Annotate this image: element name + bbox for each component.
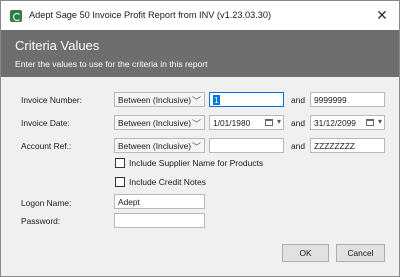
chevron-down-icon: ﹀ xyxy=(191,142,201,152)
close-icon: ✕ xyxy=(376,7,388,23)
account-ref-operator-value: Between (Inclusive) xyxy=(118,140,192,151)
dropdown-arrow-icon[interactable]: ▾ xyxy=(378,117,382,126)
cancel-button[interactable]: Cancel xyxy=(336,244,385,262)
chevron-down-icon: ﹀ xyxy=(191,96,201,106)
invoice-number-from-value: 1 xyxy=(213,94,220,105)
invoice-number-operator-value: Between (Inclusive) xyxy=(118,94,192,105)
account-ref-label: Account Ref.: xyxy=(21,141,72,151)
invoice-date-from-picker[interactable]: 1/01/1980 ▾ xyxy=(209,115,284,130)
banner-subtitle: Enter the values to use for the criteria… xyxy=(15,59,208,69)
account-ref-operator-select[interactable]: Between (Inclusive) ﹀ xyxy=(114,138,205,153)
dropdown-arrow-icon[interactable]: ▾ xyxy=(277,117,281,126)
invoice-date-to-picker[interactable]: 31/12/2099 ▾ xyxy=(310,115,385,130)
app-logo-icon xyxy=(10,10,22,22)
invoice-date-operator-value: Between (Inclusive) xyxy=(118,117,192,128)
checkbox-box[interactable] xyxy=(115,177,125,187)
criteria-banner: Criteria Values Enter the values to use … xyxy=(1,30,399,77)
logon-name-input[interactable]: Adept xyxy=(114,194,205,209)
invoice-number-operator-select[interactable]: Between (Inclusive) ﹀ xyxy=(114,92,205,107)
banner-title: Criteria Values xyxy=(15,38,100,53)
checkbox-box[interactable] xyxy=(115,158,125,168)
window-title: Adept Sage 50 Invoice Profit Report from… xyxy=(29,10,272,20)
password-input[interactable] xyxy=(114,213,205,228)
include-credit-notes-label: Include Credit Notes xyxy=(129,177,207,187)
account-ref-from-input[interactable] xyxy=(209,138,284,153)
invoice-date-to-value: 31/12/2099 xyxy=(314,117,356,128)
include-supplier-checkbox[interactable]: Include Supplier Name for Products xyxy=(115,158,263,168)
invoice-date-operator-select[interactable]: Between (Inclusive) ﹀ xyxy=(114,115,205,130)
include-credit-notes-checkbox[interactable]: Include Credit Notes xyxy=(115,177,206,187)
ok-button[interactable]: OK xyxy=(282,244,329,262)
close-button[interactable]: ✕ xyxy=(365,1,399,30)
invoice-date-from-value: 1/01/1980 xyxy=(213,117,251,128)
include-supplier-label: Include Supplier Name for Products xyxy=(129,158,264,168)
chevron-down-icon: ﹀ xyxy=(191,119,201,129)
invoice-number-label: Invoice Number: xyxy=(21,95,82,105)
invoice-number-to-value: 9999999 xyxy=(314,94,347,105)
invoice-number-to-input[interactable]: 9999999 xyxy=(310,92,385,107)
invoice-date-label: Invoice Date: xyxy=(21,118,70,128)
account-ref-to-input[interactable]: ZZZZZZZZ xyxy=(310,138,385,153)
logon-name-label: Logon Name: xyxy=(21,198,72,208)
password-label: Password: xyxy=(21,216,61,226)
calendar-icon[interactable] xyxy=(366,119,374,126)
dialog-window: Adept Sage 50 Invoice Profit Report from… xyxy=(0,0,400,277)
invoice-date-and-label: and xyxy=(291,118,305,128)
account-ref-to-value: ZZZZZZZZ xyxy=(314,140,355,151)
title-bar: Adept Sage 50 Invoice Profit Report from… xyxy=(1,1,399,30)
account-ref-and-label: and xyxy=(291,141,305,151)
calendar-icon[interactable] xyxy=(265,119,273,126)
invoice-number-and-label: and xyxy=(291,95,305,105)
logon-name-value: Adept xyxy=(118,196,140,207)
invoice-number-from-input[interactable]: 1 xyxy=(209,92,284,107)
